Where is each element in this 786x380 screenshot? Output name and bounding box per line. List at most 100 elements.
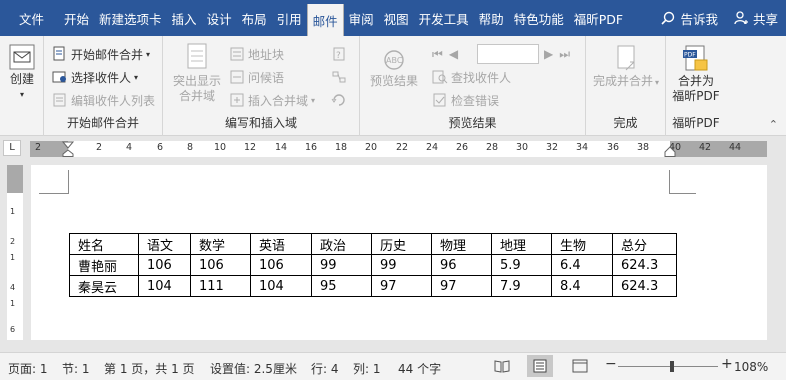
table-cell[interactable]: 7.9 <box>491 275 552 297</box>
check-errors-button[interactable]: 检查错误 <box>432 90 499 110</box>
zoom-slider-thumb[interactable] <box>670 361 674 372</box>
table-cell[interactable]: 英语 <box>250 233 312 255</box>
status-page[interactable]: 页面: 1 <box>8 360 48 377</box>
table-cell[interactable]: 97 <box>431 275 492 297</box>
tab-selector[interactable]: L <box>3 140 21 156</box>
tab-view[interactable]: 视图 <box>379 0 414 36</box>
right-indent-marker[interactable] <box>664 146 676 157</box>
ruler-number: 8 <box>186 142 194 153</box>
rules-button[interactable]: ? <box>331 44 350 64</box>
tab-special[interactable]: 特色功能 <box>509 0 569 36</box>
status-setting[interactable]: 设置值: 2.5厘米 <box>210 360 297 377</box>
table-cell[interactable]: 6.4 <box>551 254 613 276</box>
tab-file[interactable]: 文件 <box>0 0 59 36</box>
create-button[interactable]: 创建 ▾ <box>4 42 40 102</box>
table-cell[interactable]: 秦昊云 <box>69 275 139 297</box>
score-table[interactable]: 姓名 语文 数学 英语 政治 历史 物理 地理 生物 总分 曹艳丽 106 10… <box>69 233 677 297</box>
table-cell[interactable]: 106 <box>250 254 312 276</box>
web-layout-icon[interactable] <box>572 359 588 373</box>
select-recipients-button[interactable]: 选择收件人 ▾ <box>52 67 138 87</box>
table-cell[interactable]: 政治 <box>311 233 372 255</box>
zoom-in-icon[interactable]: + <box>721 356 733 372</box>
zoom-level[interactable]: 108% <box>734 360 768 374</box>
table-cell[interactable]: 97 <box>371 275 432 297</box>
table-cell[interactable]: 106 <box>138 254 191 276</box>
find-recipient-button[interactable]: 查找收件人 <box>432 67 511 87</box>
edit-list-icon <box>53 93 66 107</box>
tab-developer[interactable]: 开发工具 <box>414 0 474 36</box>
table-cell[interactable]: 104 <box>138 275 191 297</box>
table-cell[interactable]: 物理 <box>431 233 492 255</box>
table-cell[interactable]: 96 <box>431 254 492 276</box>
status-section[interactable]: 节: 1 <box>62 360 90 377</box>
tab-mailings[interactable]: 邮件 <box>306 4 344 36</box>
zoom-slider[interactable] <box>618 366 718 367</box>
table-cell[interactable]: 姓名 <box>69 233 139 255</box>
record-navigation: ⏮ ◀ <box>432 44 458 64</box>
zoom-out-icon[interactable]: − <box>605 356 617 372</box>
print-layout-icon <box>533 359 547 373</box>
status-column[interactable]: 列: 1 <box>353 360 381 377</box>
update-labels-button[interactable] <box>331 90 350 110</box>
share-button[interactable]: 共享 <box>726 0 786 36</box>
rules-icon: ? <box>333 47 345 61</box>
first-line-indent-marker[interactable] <box>62 141 74 157</box>
tab-layout[interactable]: 布局 <box>237 0 272 36</box>
ruler-number: 42 <box>698 142 712 153</box>
insert-merge-field-button[interactable]: 插入合并域 ▾ <box>229 90 315 110</box>
match-fields-button[interactable] <box>331 67 350 87</box>
tab-review[interactable]: 审阅 <box>344 0 379 36</box>
status-line[interactable]: 行: 4 <box>311 360 339 377</box>
table-cell[interactable]: 历史 <box>371 233 432 255</box>
preview-results-button[interactable]: ABC 预览结果 <box>366 50 422 89</box>
tab-insert[interactable]: 插入 <box>167 0 202 36</box>
table-cell[interactable]: 地理 <box>491 233 552 255</box>
tab-help[interactable]: 帮助 <box>474 0 509 36</box>
finish-merge-button[interactable]: 完成并合并 ▾ <box>592 44 660 90</box>
merge-to-foxit-pdf-button[interactable]: PDF 合并为 福昕PDF <box>668 44 724 104</box>
table-cell[interactable]: 语文 <box>138 233 191 255</box>
ruler-number: 4 <box>125 142 133 153</box>
first-record-icon[interactable]: ⏮ <box>432 47 443 62</box>
edit-recipients-button[interactable]: 编辑收件人列表 <box>52 90 155 110</box>
insert-field-icon <box>230 93 244 107</box>
vertical-ruler[interactable]: 1 2 1 4 1 6 <box>7 165 23 340</box>
record-number-input[interactable] <box>477 44 539 64</box>
next-record-icon[interactable]: ▶ <box>544 47 553 61</box>
table-cell[interactable]: 106 <box>190 254 251 276</box>
table-cell[interactable]: 生物 <box>551 233 613 255</box>
table-cell[interactable]: 总分 <box>612 233 677 255</box>
ruler-number: 34 <box>575 142 589 153</box>
table-cell[interactable]: 624.3 <box>612 254 677 276</box>
tab-design[interactable]: 设计 <box>202 0 237 36</box>
greeting-line-button[interactable]: 问候语 <box>229 67 284 87</box>
table-cell[interactable]: 99 <box>371 254 432 276</box>
address-block-button[interactable]: 地址块 <box>229 44 284 64</box>
table-cell[interactable]: 624.3 <box>612 275 677 297</box>
tab-foxit[interactable]: 福昕PDF <box>569 0 628 36</box>
status-word-count[interactable]: 44 个字 <box>398 360 441 377</box>
last-record-icon[interactable]: ⏭ <box>559 47 570 62</box>
highlight-fields-button[interactable]: 突出显示 合并域 <box>169 42 225 104</box>
tab-home[interactable]: 开始 <box>59 0 94 36</box>
tab-new[interactable]: 新建选项卡 <box>94 0 167 36</box>
previous-record-icon[interactable]: ◀ <box>449 47 458 61</box>
table-cell[interactable]: 99 <box>311 254 372 276</box>
read-mode-icon[interactable] <box>494 359 510 373</box>
print-layout-button[interactable] <box>527 355 553 377</box>
table-cell[interactable]: 5.9 <box>491 254 552 276</box>
table-cell[interactable]: 数学 <box>190 233 251 255</box>
horizontal-ruler[interactable]: 2 2 4 6 8 10 12 14 16 18 20 22 24 26 28 … <box>30 141 767 157</box>
table-cell[interactable]: 8.4 <box>551 275 613 297</box>
start-merge-button[interactable]: 开始邮件合并 ▾ <box>52 44 150 64</box>
table-cell[interactable]: 111 <box>190 275 251 297</box>
status-page-count[interactable]: 第 1 页，共 1 页 <box>104 360 195 377</box>
collapse-ribbon-icon[interactable]: ⌃ <box>769 118 778 131</box>
tell-me-search[interactable]: 告诉我 <box>653 0 726 36</box>
table-cell[interactable]: 104 <box>250 275 312 297</box>
check-errors-icon <box>433 93 446 107</box>
document-page[interactable]: 姓名 语文 数学 英语 政治 历史 物理 地理 生物 总分 曹艳丽 106 10… <box>31 165 767 340</box>
tab-references[interactable]: 引用 <box>272 0 307 36</box>
table-cell[interactable]: 95 <box>311 275 372 297</box>
table-cell[interactable]: 曹艳丽 <box>69 254 139 276</box>
